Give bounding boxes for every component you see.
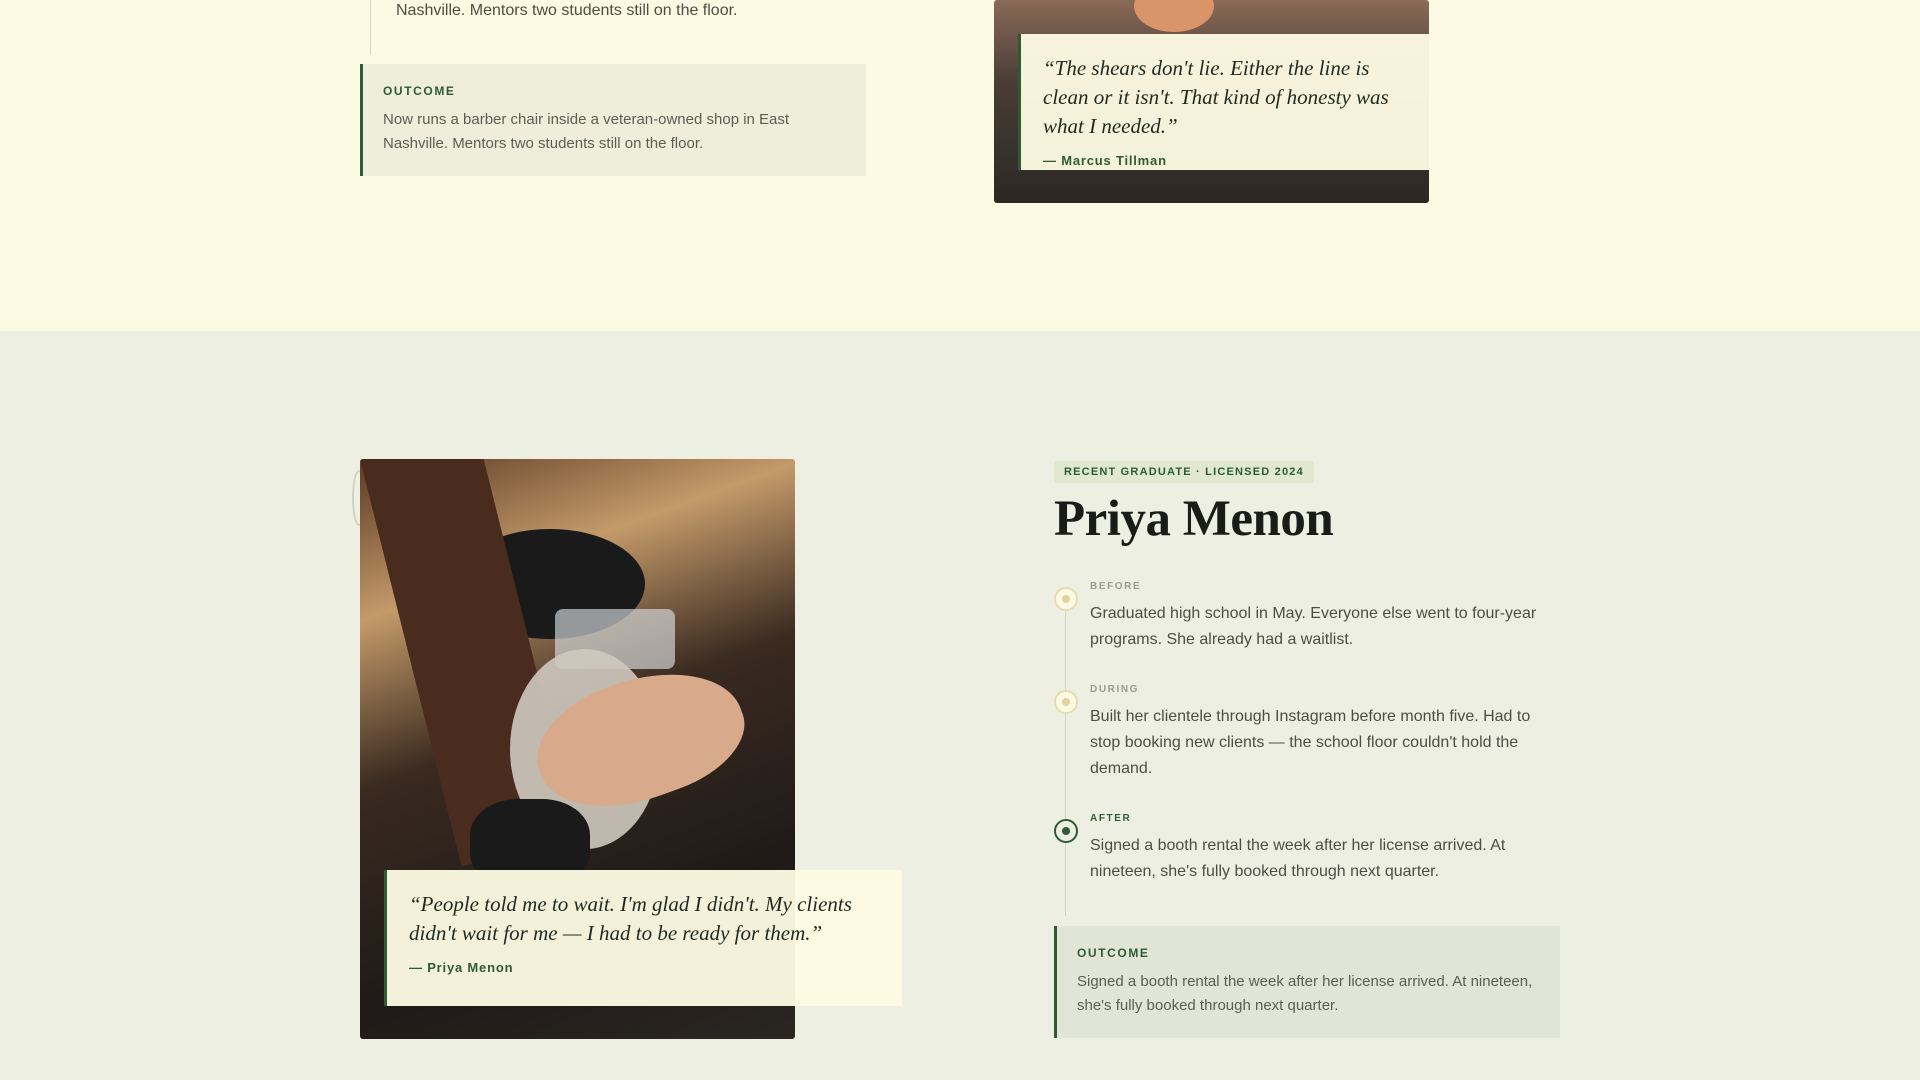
- outcome-box-priya: OUTCOME Signed a booth rental the week a…: [1054, 926, 1560, 1038]
- profile-name: Priya Menon: [1054, 491, 1334, 547]
- status-badge: RECENT GRADUATE · LICENSED 2024: [1054, 461, 1314, 483]
- quote-text: “The shears don't lie. Either the line i…: [1043, 56, 1389, 138]
- timeline-step-text: Graduated high school in May. Everyone e…: [1090, 605, 1537, 648]
- timeline-step-label: BEFORE: [1090, 581, 1142, 592]
- outcome-label: OUTCOME: [1077, 946, 1150, 960]
- quote-text: “People told me to wait. I'm glad I didn…: [409, 892, 852, 945]
- timeline-step-text: Signed a booth rental the week after her…: [1090, 837, 1506, 880]
- timeline-line: [1065, 598, 1066, 916]
- quote-card-marcus: “The shears don't lie. Either the line i…: [1018, 34, 1429, 170]
- timeline-step-text: Built her clientele through Instagram be…: [1090, 708, 1531, 777]
- timeline-dot-icon: [1054, 587, 1078, 611]
- outcome-box-marcus: OUTCOME Now runs a barber chair inside a…: [360, 64, 866, 176]
- timeline-dot-icon: [1054, 690, 1078, 714]
- timeline-step-label: AFTER: [1090, 813, 1132, 824]
- quote-author: — Priya Menon: [409, 960, 514, 975]
- photo-subject-ear: [1134, 0, 1214, 32]
- timeline-step-label: DURING: [1090, 684, 1140, 695]
- previous-story-section: [0, 0, 1920, 331]
- outcome-text: Signed a booth rental the week after her…: [1077, 973, 1533, 1014]
- quote-card-priya: “People told me to wait. I'm glad I didn…: [384, 870, 902, 1006]
- previous-step-text: Nashville. Mentors two students still on…: [396, 2, 738, 19]
- timeline-dot-active-icon: [1054, 819, 1078, 843]
- outcome-label: OUTCOME: [383, 84, 456, 98]
- quote-author: — Marcus Tillman: [1043, 153, 1167, 168]
- timeline-line-previous: [370, 0, 371, 55]
- outcome-text: Now runs a barber chair inside a veteran…: [383, 111, 790, 152]
